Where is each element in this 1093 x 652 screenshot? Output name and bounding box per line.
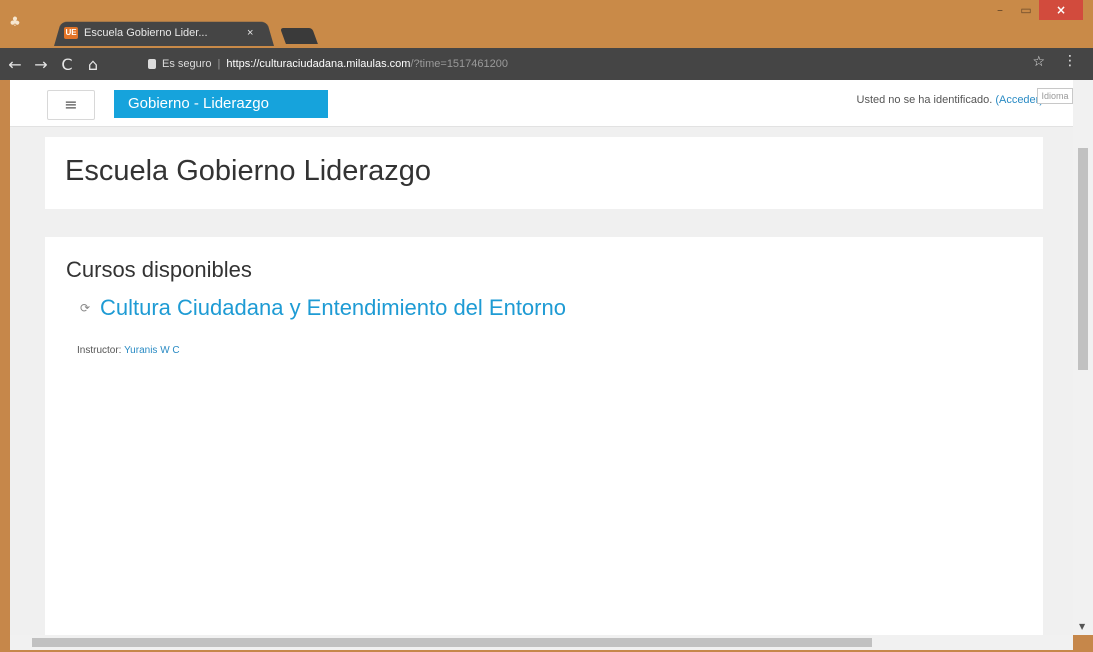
horizontal-scroll-thumb[interactable]: [32, 638, 872, 647]
maximize-button[interactable]: ▭: [1013, 0, 1039, 20]
instructor-label: Instructor:: [77, 345, 125, 356]
url-host: https://culturaciudadana.milaulas.com: [226, 58, 411, 70]
course-item: ⟳ Cultura Ciudadana y Entendimiento del …: [80, 295, 566, 321]
course-instructor: Instructor: Yuranis W C: [77, 345, 180, 356]
scroll-down-icon[interactable]: ▼: [1079, 622, 1085, 631]
tab-close-icon[interactable]: ×: [247, 27, 253, 39]
forward-icon[interactable]: →: [30, 55, 52, 74]
login-link[interactable]: (Acceder): [995, 94, 1043, 106]
security-label: Es seguro: [162, 58, 212, 70]
new-tab-button[interactable]: [280, 28, 318, 44]
course-icon: ⟳: [80, 301, 91, 315]
horizontal-scrollbar[interactable]: [10, 635, 1073, 650]
site-navbar: ≡ Gobierno - Liderazgo Usted no se ha id…: [10, 80, 1073, 127]
app-icon: ♣: [9, 15, 21, 30]
language-selector[interactable]: Idioma: [1037, 88, 1073, 104]
browser-titlebar: ♣ UE Escuela Gobierno Lider... × – ▭ ×: [0, 0, 1093, 48]
courses-section: Cursos disponibles ⟳ Cultura Ciudadana y…: [45, 237, 1043, 635]
page-header: Escuela Gobierno Liderazgo: [45, 137, 1043, 209]
home-icon[interactable]: ⌂: [82, 55, 104, 74]
close-window-button[interactable]: ×: [1039, 0, 1083, 20]
course-title-link[interactable]: Cultura Ciudadana y Entendimiento del En…: [100, 295, 566, 321]
tab-title: Escuela Gobierno Lider...: [84, 27, 208, 39]
address-bar[interactable]: Es seguro | https://culturaciudadana.mil…: [148, 53, 1048, 75]
back-icon[interactable]: ←: [4, 55, 26, 74]
login-status-text: Usted no se ha identificado.: [856, 94, 996, 106]
window-controls: – ▭ ×: [987, 0, 1083, 20]
tab-content[interactable]: UE Escuela Gobierno Lider... ×: [64, 23, 269, 43]
section-title: Cursos disponibles: [66, 257, 252, 282]
hamburger-menu-button[interactable]: ≡: [47, 90, 95, 120]
page-viewport: ≡ Gobierno - Liderazgo Usted no se ha id…: [10, 80, 1093, 635]
reload-icon[interactable]: C: [56, 55, 78, 74]
browser-toolbar: ← → C ⌂ Es seguro | https://culturaciuda…: [0, 48, 1093, 80]
favicon-icon: UE: [64, 27, 78, 39]
instructor-link[interactable]: Yuranis W C: [124, 345, 180, 356]
brand-link[interactable]: Gobierno - Liderazgo: [114, 90, 328, 118]
url-path: /?time=1517461200: [410, 58, 508, 70]
lock-icon: [148, 59, 156, 69]
address-separator: |: [217, 58, 221, 70]
page-title: Escuela Gobierno Liderazgo: [65, 155, 431, 187]
vertical-scroll-thumb[interactable]: [1078, 148, 1088, 370]
browser-menu-icon[interactable]: ⋮: [1063, 53, 1077, 69]
bookmark-star-icon[interactable]: ☆: [1032, 54, 1045, 70]
vertical-scrollbar[interactable]: ▼: [1073, 80, 1093, 635]
minimize-button[interactable]: –: [987, 0, 1013, 20]
login-info: Usted no se ha identificado. (Acceder): [857, 94, 1044, 106]
